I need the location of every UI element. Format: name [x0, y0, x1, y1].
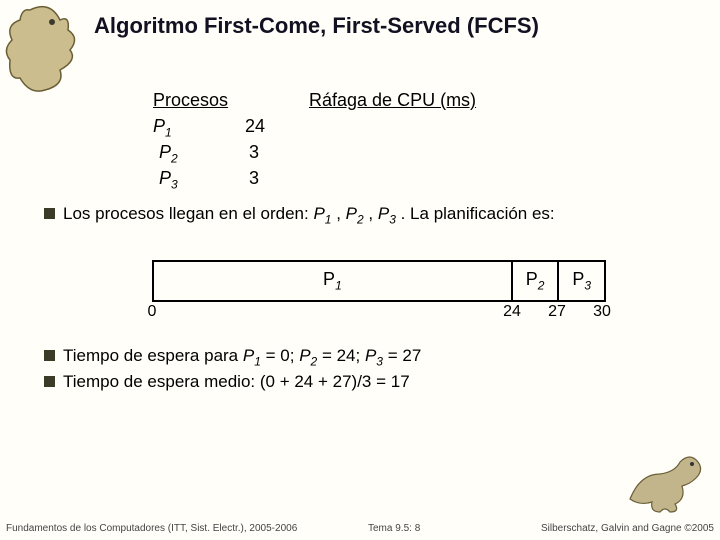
tick-24: 24	[503, 303, 521, 321]
gantt-seg-p1: P1	[154, 262, 513, 300]
bullet-icon	[44, 350, 55, 361]
tick-30: 30	[593, 303, 611, 321]
hdr-procesos: Procesos	[153, 90, 239, 111]
table-row: P1 24	[153, 116, 489, 142]
dino-bottom-icon	[620, 444, 710, 514]
bullet-wait-times: Tiempo de espera para P1 = 0; P2 = 24; P…	[44, 346, 421, 368]
hdr-rafaga: Ráfaga de CPU (ms)	[309, 90, 489, 111]
tick-27: 27	[548, 303, 566, 321]
footer-center: Tema 9.5: 8	[368, 523, 420, 534]
gantt-chart: P1 P2 P3	[152, 260, 606, 302]
bullet-icon	[44, 376, 55, 387]
footer-left: Fundamentos de los Computadores (ITT, Si…	[6, 523, 297, 534]
page-title: Algoritmo First-Come, First-Served (FCFS…	[94, 13, 539, 39]
bullet-arrival-order: Los procesos llegan en el orden: P1 , P2…	[44, 204, 555, 226]
gantt-seg-p3: P3	[559, 262, 604, 300]
bullet-avg-wait: Tiempo de espera medio: (0 + 24 + 27)/3 …	[44, 372, 410, 392]
footer-right: Silberschatz, Galvin and Gagne ©2005	[541, 523, 714, 534]
table-row: P3 3	[153, 168, 489, 194]
process-table: Procesos Ráfaga de CPU (ms) P1 24 P2 3 P…	[153, 90, 489, 194]
tick-0: 0	[148, 303, 157, 321]
table-row: P2 3	[153, 142, 489, 168]
bullet-icon	[44, 208, 55, 219]
gantt-seg-p2: P2	[513, 262, 560, 300]
dino-top-icon	[0, 0, 88, 98]
gantt-axis: 0 24 27 30	[152, 303, 602, 323]
